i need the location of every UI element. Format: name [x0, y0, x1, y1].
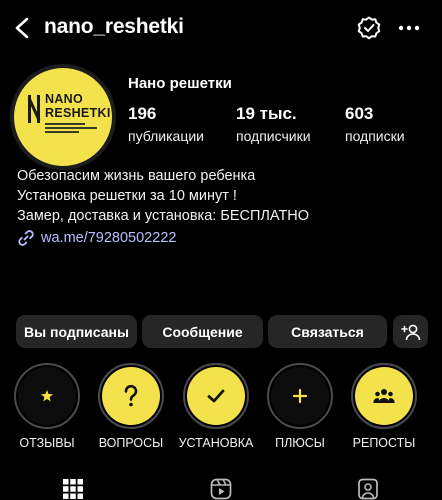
username: nano_reshetki	[44, 15, 184, 38]
question-icon	[124, 384, 138, 407]
logo-mark-icon	[27, 95, 41, 123]
people-icon	[373, 389, 395, 403]
highlight-label: ОТЗЫВЫ	[19, 436, 75, 450]
threads-icon[interactable]	[356, 15, 382, 41]
highlight-label: РЕПОСТЫ	[352, 436, 416, 450]
plus-icon	[292, 388, 308, 404]
logo-text: RESHETKI	[45, 106, 111, 120]
star-icon	[41, 390, 53, 402]
stat-label: публикации	[128, 128, 204, 144]
stat-label: подписчики	[236, 128, 311, 144]
highlight-cover	[271, 367, 329, 425]
stat-value: 19 тыс.	[236, 104, 297, 123]
logo-text: NANO	[45, 92, 84, 106]
stat-value: 603	[345, 104, 374, 123]
logo-tagline	[45, 123, 97, 133]
highlight-cover	[355, 367, 413, 425]
highlight-cover	[102, 367, 160, 425]
highlight-cover	[187, 367, 245, 425]
bio: Обезопасим жизнь вашего ребенка Установк…	[17, 166, 309, 226]
reels-icon[interactable]	[210, 478, 232, 500]
chevron-left-icon[interactable]	[12, 17, 32, 39]
link-text[interactable]: wa.me/79280502222	[41, 230, 176, 246]
avatar[interactable]: NANO RESHETKI	[14, 68, 112, 166]
checkmark-icon	[207, 389, 225, 403]
bio-link[interactable]: wa.me/79280502222	[17, 228, 176, 248]
bio-line: Замер, доставка и установка: БЕСПЛАТНО	[17, 208, 310, 224]
bio-line: Обезопасим жизнь вашего ребенка	[17, 168, 256, 184]
more-horizontal-icon[interactable]	[398, 18, 420, 38]
highlight-cover	[18, 367, 76, 425]
highlight-label: ВОПРОСЫ	[98, 436, 164, 450]
stat-posts[interactable]: 196 публикации	[128, 104, 204, 144]
stat-value: 196	[128, 104, 157, 123]
stat-following[interactable]: 603 подписки	[345, 104, 405, 144]
add-user-button[interactable]	[393, 315, 428, 348]
add-user-icon	[400, 324, 420, 340]
profile-tabs	[0, 470, 442, 500]
highlight-label: ПЛЮСЫ	[275, 436, 325, 450]
grid-icon[interactable]	[62, 478, 84, 500]
message-button[interactable]: Сообщение	[142, 315, 263, 348]
following-button[interactable]: Вы подписаны	[16, 315, 137, 348]
stat-label: подписки	[345, 128, 405, 144]
link-icon	[18, 230, 34, 246]
contact-button[interactable]: Связаться	[268, 315, 387, 348]
display-name: Нано решетки	[128, 75, 232, 92]
top-bar: nano_reshetki	[0, 0, 442, 56]
highlight-label: УСТАНОВКА	[178, 436, 254, 450]
stat-followers[interactable]: 19 тыс. подписчики	[236, 104, 311, 144]
tagged-icon[interactable]	[357, 478, 379, 500]
bio-line: Установка решетки за 10 минут !	[17, 188, 237, 204]
